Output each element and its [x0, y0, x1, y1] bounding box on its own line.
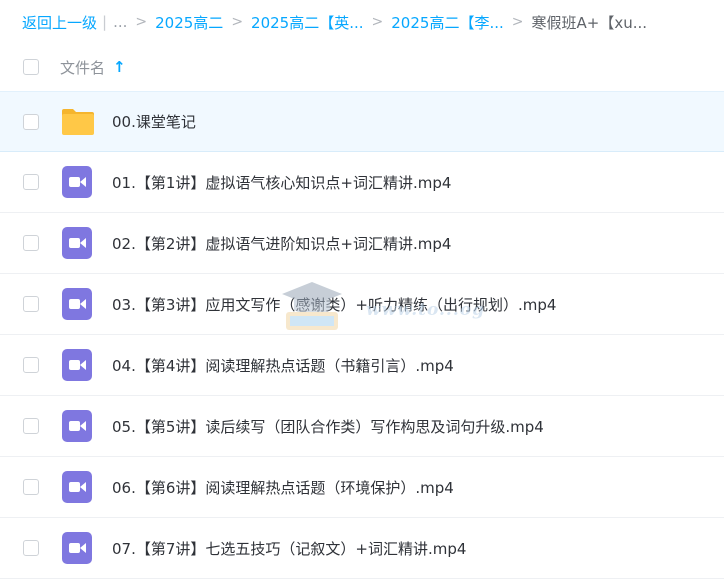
file-name[interactable]: 00.课堂笔记 [112, 111, 196, 132]
breadcrumb-ellipsis[interactable]: ... [113, 13, 127, 31]
file-name[interactable]: 07.【第7讲】七选五技巧（记叙文）+词汇精讲.mp4 [112, 538, 466, 559]
list-item[interactable]: 03.【第3讲】应用文写作（感谢类）+听力精练（出行规划）.mp4 [0, 274, 724, 335]
breadcrumb: 返回上一级 | ... > 2025高二 > 2025高二【英... > 202… [22, 0, 722, 44]
video-file-icon [60, 469, 96, 505]
list-item[interactable]: 01.【第1讲】虚拟语气核心知识点+词汇精讲.mp4 [0, 152, 724, 213]
video-file-icon [60, 347, 96, 383]
chevron-right-icon: > [135, 14, 148, 30]
file-name[interactable]: 04.【第4讲】阅读理解热点话题（书籍引言）.mp4 [112, 355, 454, 376]
breadcrumb-item[interactable]: 2025高二【李... [391, 12, 503, 33]
chevron-right-icon: > [371, 14, 384, 30]
file-name[interactable]: 06.【第6讲】阅读理解热点话题（环境保护）.mp4 [112, 477, 454, 498]
video-file-icon [60, 530, 96, 566]
row-checkbox[interactable] [23, 174, 39, 190]
chevron-right-icon: > [511, 14, 524, 30]
list-item[interactable]: 07.【第7讲】七选五技巧（记叙文）+词汇精讲.mp4 [0, 518, 724, 579]
row-checkbox[interactable] [23, 296, 39, 312]
file-name[interactable]: 02.【第2讲】虚拟语气进阶知识点+词汇精讲.mp4 [112, 233, 451, 254]
back-to-parent-link[interactable]: 返回上一级 [22, 12, 97, 33]
breadcrumb-item[interactable]: 2025高二 [155, 12, 223, 33]
row-checkbox[interactable] [23, 418, 39, 434]
select-all-checkbox[interactable] [23, 59, 39, 75]
folder-icon [60, 104, 96, 140]
list-item[interactable]: 05.【第5讲】读后续写（团队合作类）写作构思及词句升级.mp4 [0, 396, 724, 457]
filename-column-header[interactable]: 文件名 ↑ [60, 57, 126, 78]
chevron-right-icon: > [231, 14, 244, 30]
list-item[interactable]: 06.【第6讲】阅读理解热点话题（环境保护）.mp4 [0, 457, 724, 518]
video-file-icon [60, 286, 96, 322]
video-file-icon [60, 164, 96, 200]
list-item[interactable]: 04.【第4讲】阅读理解热点话题（书籍引言）.mp4 [0, 335, 724, 396]
file-name[interactable]: 01.【第1讲】虚拟语气核心知识点+词汇精讲.mp4 [112, 172, 451, 193]
video-file-icon [60, 408, 96, 444]
file-name[interactable]: 05.【第5讲】读后续写（团队合作类）写作构思及词句升级.mp4 [112, 416, 544, 437]
row-checkbox[interactable] [23, 357, 39, 373]
sort-ascending-icon[interactable]: ↑ [113, 58, 126, 76]
file-list-header: 文件名 ↑ [0, 44, 724, 90]
file-name[interactable]: 03.【第3讲】应用文写作（感谢类）+听力精练（出行规划）.mp4 [112, 294, 556, 315]
file-list: 00.课堂笔记 01.【第1讲】虚拟语气核心知识点+词汇精讲.mp4 02.【第… [0, 91, 724, 579]
row-checkbox[interactable] [23, 479, 39, 495]
breadcrumb-current: 寒假班A+【xu... [531, 13, 648, 32]
breadcrumb-divider: | [102, 13, 108, 31]
breadcrumb-item[interactable]: 2025高二【英... [251, 12, 363, 33]
video-file-icon [60, 225, 96, 261]
column-label: 文件名 [60, 58, 106, 77]
row-checkbox[interactable] [23, 235, 39, 251]
row-checkbox[interactable] [23, 540, 39, 556]
list-item[interactable]: 02.【第2讲】虚拟语气进阶知识点+词汇精讲.mp4 [0, 213, 724, 274]
row-checkbox[interactable] [23, 113, 39, 130]
list-item[interactable]: 00.课堂笔记 [0, 91, 724, 152]
